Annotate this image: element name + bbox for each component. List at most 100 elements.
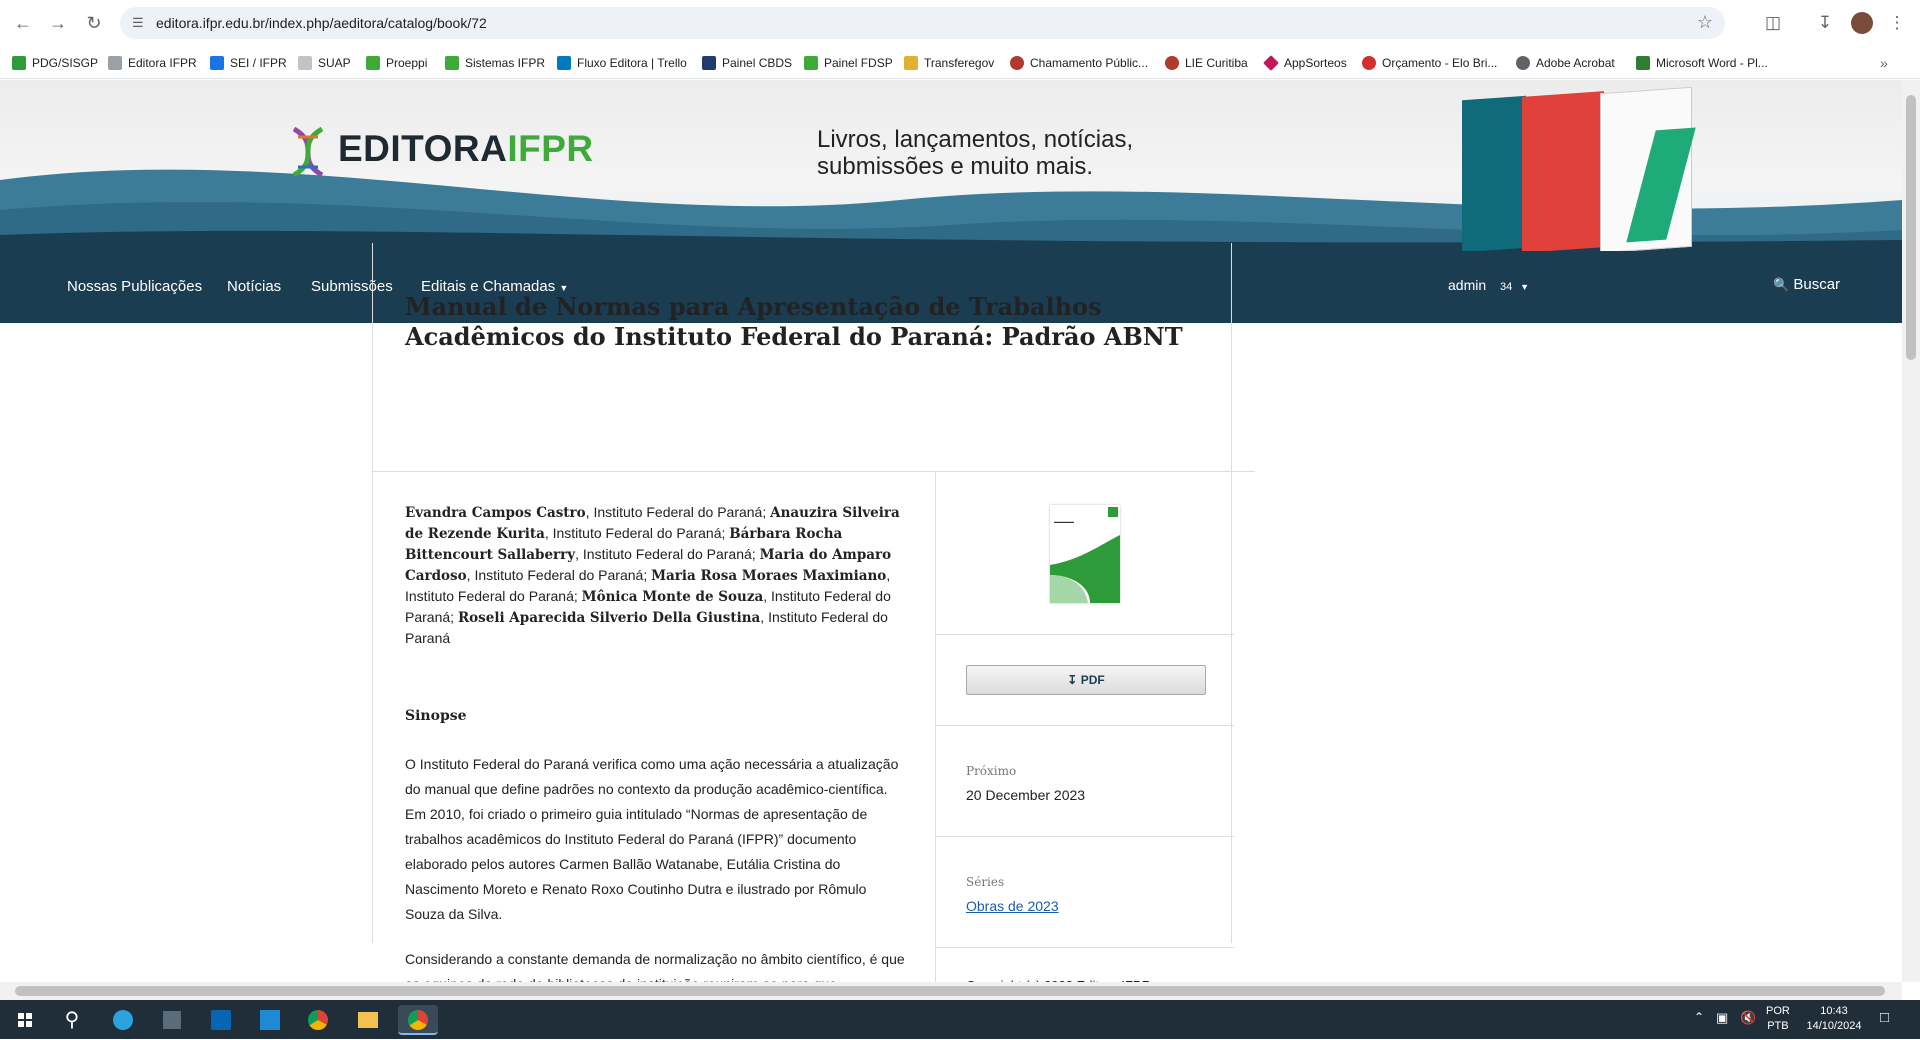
extensions-icon[interactable]: ◫ [1762,12,1784,34]
app-icon [1263,55,1279,71]
forward-icon[interactable]: → [45,10,71,36]
back-icon[interactable]: ← [10,10,36,36]
logo-main-text: EDITORA [338,128,508,169]
bookmark-item[interactable]: Painel CBDS [702,54,792,72]
bookmark-item[interactable]: Microsoft Word - Pl... [1636,54,1768,72]
seal-icon [1010,56,1024,70]
windows-logo-icon [18,1013,32,1027]
bookmark-item[interactable]: LIE Curitiba [1165,54,1248,72]
author-affiliation: Instituto Federal do Paraná [474,567,644,583]
reload-icon[interactable]: ↻ [81,10,107,36]
address-bar[interactable]: ☰ editora.ifpr.edu.br/index.php/aeditora… [120,7,1725,39]
bookmark-item[interactable]: Transferegov [904,54,994,72]
bookmark-item[interactable]: Painel FDSP [804,54,893,72]
synopsis-paragraph: O Instituto Federal do Paraná verifica c… [405,756,899,922]
divider [936,634,1234,635]
bookmark-label: Microsoft Word - Pl... [1656,56,1768,70]
ifpr-icon [366,56,380,70]
chrome-active-icon[interactable] [398,1005,438,1035]
nav-noticias[interactable]: Notícias [227,251,281,323]
author-name: Maria Rosa Moraes Maximiano [651,568,887,584]
cover-graphic [1050,507,1120,603]
bookmark-item[interactable]: PDG/SISGP [12,54,98,72]
bookmark-item[interactable]: Chamamento Públic... [1010,54,1148,72]
bookmark-item[interactable]: Orçamento - Elo Bri... [1362,54,1497,72]
book-cover-thumbnail[interactable]: ▬▬▬▬▬ [1050,505,1120,603]
author-list: Evandra Campos Castro, Instituto Federal… [405,504,900,646]
bookmark-label: Proeppi [386,56,428,70]
bookmark-label: Painel FDSP [824,56,893,70]
bookmark-item[interactable]: Proeppi [366,54,427,72]
store-icon[interactable] [255,1005,285,1035]
author-name: Mônica Monte de Souza [581,589,764,605]
bookmark-label: AppSorteos [1284,56,1347,70]
download-icon: ↧ [1067,673,1078,687]
more-bookmarks-icon[interactable]: » [1880,54,1888,72]
language-indicator[interactable]: POR PTB [1766,1004,1790,1034]
synopsis-paragraph: Considerando a constante demanda de norm… [405,951,905,982]
volume-muted-icon[interactable]: 🔇 [1740,1010,1756,1026]
search-icon[interactable]: ⚲ [57,1005,87,1035]
gov-icon [904,56,918,70]
url-text[interactable]: editora.ifpr.edu.br/index.php/aeditora/c… [156,7,487,39]
vertical-scroll-thumb[interactable] [1906,95,1916,360]
bookmark-star-icon[interactable]: ☆ [1697,12,1713,33]
network-icon[interactable]: ▣ [1716,1010,1728,1026]
divider [936,947,1234,948]
synopsis-heading: Sinopse [405,708,467,724]
notification-count-badge: 34 [1500,281,1513,293]
start-button[interactable] [10,1005,40,1035]
author-affiliation: Instituto Federal do Paraná [405,588,574,604]
calculator-icon[interactable] [157,1005,187,1035]
horizontal-scroll-thumb[interactable] [15,986,1885,996]
ifpr-icon [445,56,459,70]
author-name: Evandra Campos Castro [405,505,586,521]
bookmark-label: Transferegov [924,56,995,70]
telegram-icon[interactable] [108,1005,138,1035]
tagline-line: submissões e muito mais. [817,153,1094,180]
chrome-icon[interactable] [303,1005,333,1035]
tray-overflow-icon[interactable]: ⌃ [1694,1010,1704,1024]
divider [936,725,1234,726]
nav-publicacoes[interactable]: Nossas Publicações [67,251,202,323]
site-logo[interactable]: EDITORAIFPR [338,128,594,170]
bookmark-label: Sistemas IFPR [465,56,546,70]
banner-tagline: Livros, lançamentos, notícias, submissõe… [817,126,1133,180]
next-label: Próximo [966,764,1017,778]
series-link[interactable]: Obras de 2023 [966,898,1059,914]
bookmark-item[interactable]: Adobe Acrobat [1516,54,1615,72]
next-date: 20 December 2023 [966,787,1086,803]
author-affiliation: Instituto Federal do Paraná [552,525,722,541]
user-menu[interactable]: admin 34 ▼ [1448,251,1529,321]
divider [372,471,1255,472]
bookmark-item[interactable]: AppSorteos [1263,54,1347,72]
bookmark-label: Fluxo Editora | Trello [577,56,687,70]
author-affiliation: Instituto Federal do Paraná [582,546,752,562]
bookmark-item[interactable]: SEI / IFPR [210,54,287,72]
site-icon [298,56,312,70]
banner-book-cover [1600,86,1696,251]
divider [936,836,1234,837]
outlook-icon[interactable] [206,1005,236,1035]
download-icon[interactable]: ↧ [1814,12,1836,34]
bookmark-item[interactable]: Editora IFPR [108,54,197,72]
dashboard-icon [702,56,716,70]
book-title: Manual de Normas para Apresentação de Tr… [405,292,1183,351]
site-info-icon[interactable]: ☰ [132,15,148,31]
windows-taskbar: ⚲ ⌃ ▣ 🔇 □ [0,1000,1920,1039]
bookmark-item[interactable]: Sistemas IFPR [445,54,545,72]
bookmark-item[interactable]: Fluxo Editora | Trello [557,54,687,72]
menu-icon[interactable]: ⋮ [1886,12,1908,34]
search-link[interactable]: 🔍 Buscar [1773,251,1840,319]
file-explorer-icon[interactable] [353,1005,383,1035]
clock[interactable]: 10:43 14/10/2024 [1804,1004,1864,1034]
bookmark-label: SUAP [318,56,351,70]
flag-icon [12,56,26,70]
notifications-icon[interactable]: □ [1880,1009,1889,1026]
logo-dna-icon [292,127,324,177]
pdf-download-button[interactable]: ↧ PDF [966,665,1206,695]
trello-icon [557,56,571,70]
bookmark-label: SEI / IFPR [230,56,287,70]
bookmark-item[interactable]: SUAP [298,54,351,72]
profile-avatar[interactable] [1851,12,1873,34]
